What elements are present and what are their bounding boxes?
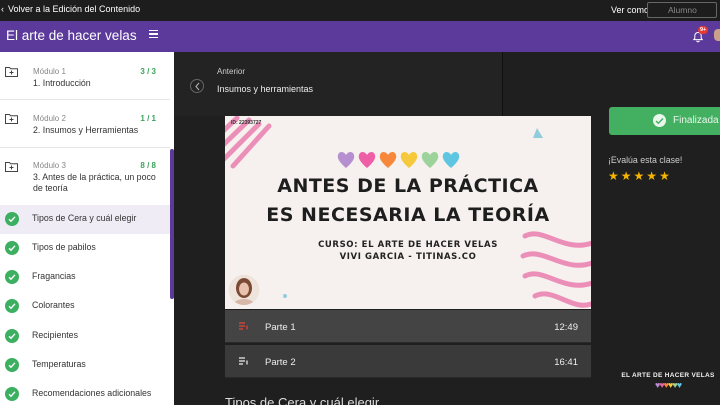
check-circle-icon (5, 358, 19, 372)
rate-class-label: ¡Evalúa esta clase! (608, 155, 683, 165)
module-item[interactable]: Módulo 3 3. Antes de la práctica, un poc… (0, 148, 170, 206)
module-folder-icon (5, 67, 18, 77)
module-folder-icon (5, 114, 18, 124)
check-circle-icon (5, 270, 19, 284)
hearts-decoration-icon (337, 152, 460, 168)
playlist-item-label: Parte 2 (265, 357, 296, 368)
previous-lesson-link[interactable]: Anterior Insumos y herramientas (174, 52, 503, 116)
teacher-avatar (229, 275, 259, 305)
module-number: Módulo 2 (33, 114, 66, 123)
hamburger-menu-icon[interactable] (149, 30, 158, 39)
playlist-item[interactable]: Parte 1 12:49 (225, 310, 591, 343)
heart-icon (358, 152, 376, 168)
heart-icon (337, 152, 355, 168)
heart-icon (442, 152, 460, 168)
previous-label: Anterior (217, 67, 246, 76)
playlist-item-duration: 16:41 (554, 357, 578, 368)
view-as-select[interactable]: Alumno (647, 2, 717, 18)
module-progress: 1 / 1 (140, 114, 156, 123)
heart-icon (379, 152, 397, 168)
lesson-label: Colorantes (32, 300, 75, 310)
video-title-line1: ANTES DE LA PRÁCTICA (277, 175, 539, 197)
module-progress: 3 / 3 (140, 67, 156, 76)
back-to-edit-link[interactable]: ‹ Volver a la Edición del Contenido (1, 4, 140, 14)
star-icon[interactable]: ★ (646, 170, 657, 182)
check-circle-icon (5, 241, 19, 255)
lesson-item[interactable]: Tipos de pabilos (0, 234, 170, 263)
star-icon[interactable]: ★ (621, 170, 632, 182)
previous-title: Insumos y herramientas (217, 84, 314, 94)
admin-bar: ‹ Volver a la Edición del Contenido Ver … (0, 0, 720, 21)
module-progress: 8 / 8 (140, 161, 156, 170)
lesson-item[interactable]: Colorantes (0, 292, 170, 321)
watermark-hearts-icon: ♥♥♥♥♥♥ (620, 380, 716, 390)
chevron-left-icon (190, 79, 204, 93)
check-circle-icon (5, 387, 19, 401)
back-to-edit-label: Volver a la Edición del Contenido (8, 4, 141, 14)
star-icon[interactable]: ★ (634, 170, 645, 182)
view-as-label: Ver como (611, 5, 650, 15)
course-sidebar: Módulo 1 1. Introducción 3 / 3 Módulo 2 … (0, 52, 174, 405)
module-folder-icon (5, 162, 18, 172)
finished-button[interactable]: Finalizada (609, 107, 720, 135)
heart-icon (400, 152, 418, 168)
check-circle-icon (5, 329, 19, 343)
heart-icon (421, 152, 439, 168)
notifications-badge: 9+ (698, 26, 709, 34)
video-course-line: CURSO: EL ARTE DE HACER VELAS (318, 240, 498, 250)
lesson-content: Anterior Insumos y herramientas ID: 2239… (174, 52, 720, 405)
course-title: El arte de hacer velas (6, 28, 137, 43)
video-author-line: VIVI GARCIA - TITINAS.CO (339, 252, 477, 262)
video-title-line2: ES NECESARIA LA TEORÍA (266, 204, 550, 226)
lesson-title: Tipos de Cera y cuál elegir (225, 395, 380, 405)
check-circle-icon (5, 212, 19, 226)
check-circle-icon (653, 114, 666, 127)
chevron-left-icon: ‹ (1, 4, 4, 14)
star-icon[interactable]: ★ (659, 170, 670, 182)
module-item[interactable]: Módulo 2 2. Insumos y Herramientas 1 / 1 (0, 100, 170, 148)
watermark-text: EL ARTE DE HACER VELAS (621, 372, 715, 379)
lesson-item[interactable]: Recomendaciones adicionales (0, 380, 170, 405)
module-item[interactable]: Módulo 1 1. Introducción 3 / 3 (0, 52, 170, 100)
course-header: El arte de hacer velas 9+ (0, 21, 720, 52)
module-title: 3. Antes de la práctica, un poco de teor… (33, 172, 156, 193)
lesson-label: Recomendaciones adicionales (32, 388, 152, 398)
star-icon[interactable]: ★ (608, 170, 619, 182)
playlist-icon (239, 357, 248, 365)
lesson-item[interactable]: Temperaturas (0, 351, 170, 380)
check-circle-icon (5, 299, 19, 313)
module-title: 1. Introducción (33, 78, 91, 88)
module-number: Módulo 1 (33, 67, 66, 76)
lesson-item[interactable]: Recipientes (0, 322, 170, 351)
module-title: 2. Insumos y Herramientas (33, 125, 139, 135)
user-avatar[interactable] (714, 29, 720, 41)
playlist-item-label: Parte 1 (265, 322, 296, 333)
module-number: Módulo 3 (33, 161, 66, 170)
lesson-label: Temperaturas (32, 359, 86, 369)
lesson-label: Recipientes (32, 330, 78, 340)
watermark: EL ARTE DE HACER VELAS ♥♥♥♥♥♥ (620, 372, 716, 390)
video-player[interactable]: ID: 22393727 ANTES DE LA PRÁCTICA ES NEC… (225, 116, 591, 309)
lesson-item[interactable]: Tipos de Cera y cuál elegir (0, 205, 170, 234)
lesson-label: Fragancias (32, 271, 76, 281)
playlist-playing-icon (239, 322, 248, 330)
playlist-item[interactable]: Parte 2 16:41 (225, 345, 591, 378)
heart-icon: ♥ (676, 380, 682, 390)
lesson-label: Tipos de pabilos (32, 242, 96, 252)
lesson-label: Tipos de Cera y cuál elegir (32, 213, 137, 223)
lesson-item[interactable]: Fragancias (0, 263, 170, 292)
finished-label: Finalizada (673, 115, 719, 126)
video-id: ID: 22393727 (231, 120, 262, 126)
playlist-item-duration: 12:49 (554, 322, 578, 333)
star-rating[interactable]: ★ ★ ★ ★ ★ (608, 170, 670, 182)
